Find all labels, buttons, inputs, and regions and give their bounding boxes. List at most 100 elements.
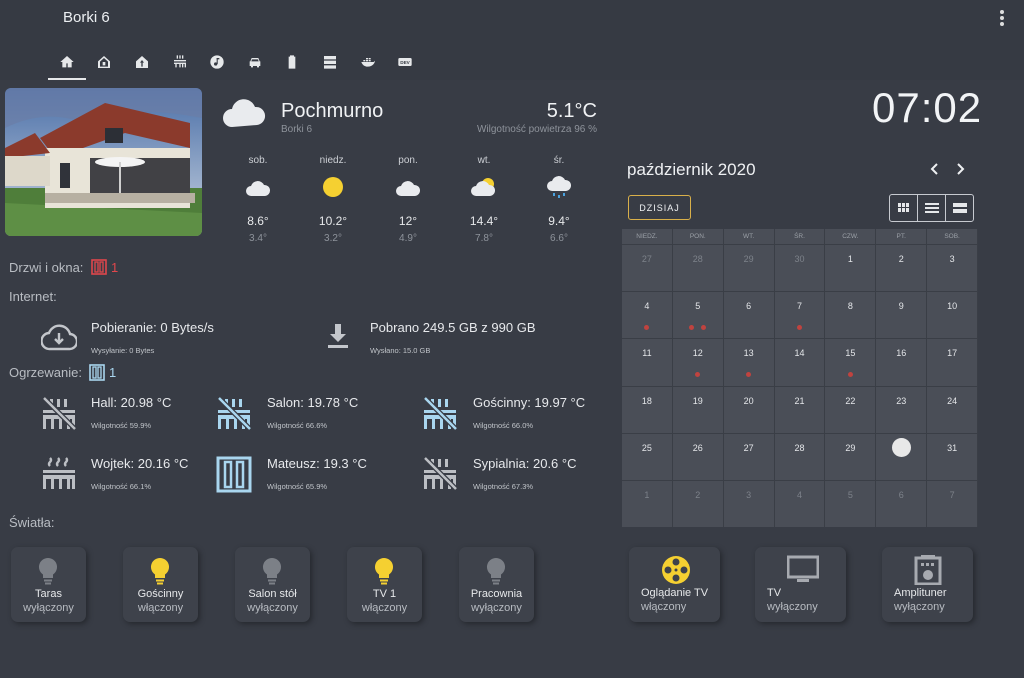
calendar-day[interactable]: 7: [774, 291, 826, 339]
house-outline-icon[interactable]: [86, 46, 124, 78]
day-number: 30: [891, 437, 911, 457]
day-number: 5: [847, 489, 853, 500]
forecast-day-name: niedz.: [319, 155, 347, 166]
calendar-day[interactable]: 10: [927, 291, 978, 339]
calendar-day[interactable]: 2: [672, 479, 724, 528]
calendar-day[interactable]: 20: [723, 385, 775, 433]
tv-icon: [786, 555, 820, 590]
calendar-day[interactable]: 6: [723, 291, 775, 339]
forecast-day: wt. 14.4° 7.8°: [454, 155, 514, 244]
calendar-day[interactable]: 12: [672, 338, 724, 386]
calendar-day[interactable]: 3: [927, 244, 978, 292]
light-state: wyłączony: [247, 602, 298, 614]
calendar-day[interactable]: 16: [876, 338, 928, 386]
calendar-day[interactable]: 8: [825, 291, 877, 339]
calendar-day[interactable]: 19: [672, 385, 724, 433]
week-view-icon[interactable]: [918, 195, 946, 221]
light-name: Salon stół: [248, 588, 297, 600]
room-sypialnia-humidity: Wilgotność 67.3%: [473, 482, 534, 491]
calendar-day[interactable]: 18: [622, 385, 673, 433]
calendar-day[interactable]: 30: [876, 432, 928, 480]
light-card[interactable]: Taras wyłączony: [11, 547, 86, 622]
battery-icon[interactable]: [274, 46, 312, 78]
chevron-left-icon[interactable]: [929, 162, 939, 179]
heating-off-icon[interactable]: [41, 396, 77, 437]
day-view-icon[interactable]: [946, 195, 973, 221]
music-icon[interactable]: [198, 46, 236, 78]
house-photo[interactable]: [5, 88, 202, 236]
calendar-day[interactable]: 5: [672, 291, 724, 339]
docker-icon[interactable]: [349, 46, 387, 78]
scene-amplituner[interactable]: Amplituner wyłączony: [882, 547, 973, 622]
weekday-header: NIEDZ.: [622, 229, 673, 244]
chevron-right-icon[interactable]: [956, 162, 966, 179]
calendar-day[interactable]: 11: [622, 338, 673, 386]
day-number: 4: [644, 301, 650, 312]
more-menu-icon[interactable]: [996, 10, 1008, 26]
calendar-day[interactable]: 21: [774, 385, 826, 433]
calendar-day[interactable]: 5: [825, 479, 877, 528]
calendar-day[interactable]: 25: [622, 432, 673, 480]
scene-tv[interactable]: TV wyłączony: [755, 547, 846, 622]
event-dots: [622, 325, 672, 331]
heating-off-icon[interactable]: [422, 396, 458, 437]
calendar-day[interactable]: 27: [622, 244, 673, 292]
day-number: 18: [641, 395, 652, 406]
calendar-day[interactable]: 30: [774, 244, 826, 292]
day-number: 1: [644, 489, 650, 500]
calendar-day[interactable]: 31: [927, 432, 978, 480]
radiator-icon[interactable]: [41, 456, 77, 497]
calendar-day[interactable]: 26: [672, 432, 724, 480]
dev-icon[interactable]: DEV: [386, 46, 424, 78]
calendar-day[interactable]: 13: [723, 338, 775, 386]
light-card[interactable]: Salon stół wyłączony: [235, 547, 310, 622]
calendar-day[interactable]: 28: [672, 244, 724, 292]
car-icon[interactable]: [236, 46, 274, 78]
scene-ogladanie-tv[interactable]: Oglądanie TV włączony: [629, 547, 720, 622]
calendar-day[interactable]: 23: [876, 385, 928, 433]
calendar-day[interactable]: 29: [825, 432, 877, 480]
month-view-icon[interactable]: [890, 195, 918, 221]
house-up-icon[interactable]: [123, 46, 161, 78]
day-number: 20: [743, 395, 754, 406]
scene-state: wyłączony: [894, 601, 945, 613]
light-card[interactable]: Pracownia wyłączony: [459, 547, 534, 622]
light-name: Taras: [35, 588, 62, 600]
calendar-day[interactable]: 15: [825, 338, 877, 386]
calendar-day[interactable]: 7: [927, 479, 978, 528]
calendar-day[interactable]: 4: [774, 479, 826, 528]
server-icon[interactable]: [311, 46, 349, 78]
calendar-day[interactable]: 14: [774, 338, 826, 386]
home-icon[interactable]: [48, 46, 86, 80]
window-open-icon[interactable]: [216, 456, 252, 498]
forecast-low: 3.4°: [249, 233, 267, 244]
room-hall: Hall: 20.98 °C: [91, 395, 172, 410]
calendar-day[interactable]: 29: [723, 244, 775, 292]
heating-off-icon[interactable]: [422, 456, 458, 497]
calendar-day[interactable]: 24: [927, 385, 978, 433]
light-card[interactable]: TV 1 włączony: [347, 547, 422, 622]
forecast-day-name: pon.: [398, 155, 418, 166]
light-card[interactable]: Gościnny włączony: [123, 547, 198, 622]
calendar-day[interactable]: 1: [622, 479, 673, 528]
light-name: TV 1: [372, 588, 397, 600]
forecast-day-name: wt.: [477, 155, 491, 166]
day-number: 28: [692, 254, 703, 264]
today-button[interactable]: DZISIAJ: [628, 195, 691, 220]
calendar-day[interactable]: 27: [723, 432, 775, 480]
window-open-icon[interactable]: [89, 364, 105, 386]
calendar-day[interactable]: 6: [876, 479, 928, 528]
calendar-day[interactable]: 3: [723, 479, 775, 528]
room-sypialnia: Sypialnia: 20.6 °C: [473, 456, 577, 471]
calendar-day[interactable]: 17: [927, 338, 978, 386]
weekday-header: WT.: [724, 229, 775, 244]
calendar-day[interactable]: 9: [876, 291, 928, 339]
door-open-icon[interactable]: [91, 259, 107, 280]
calendar-day[interactable]: 2: [876, 244, 928, 292]
calendar-day[interactable]: 1: [825, 244, 877, 292]
calendar-day[interactable]: 4: [622, 291, 673, 339]
heating-off-icon[interactable]: [216, 396, 252, 437]
calendar-day[interactable]: 22: [825, 385, 877, 433]
radiator-icon[interactable]: [161, 46, 199, 78]
calendar-day[interactable]: 28: [774, 432, 826, 480]
